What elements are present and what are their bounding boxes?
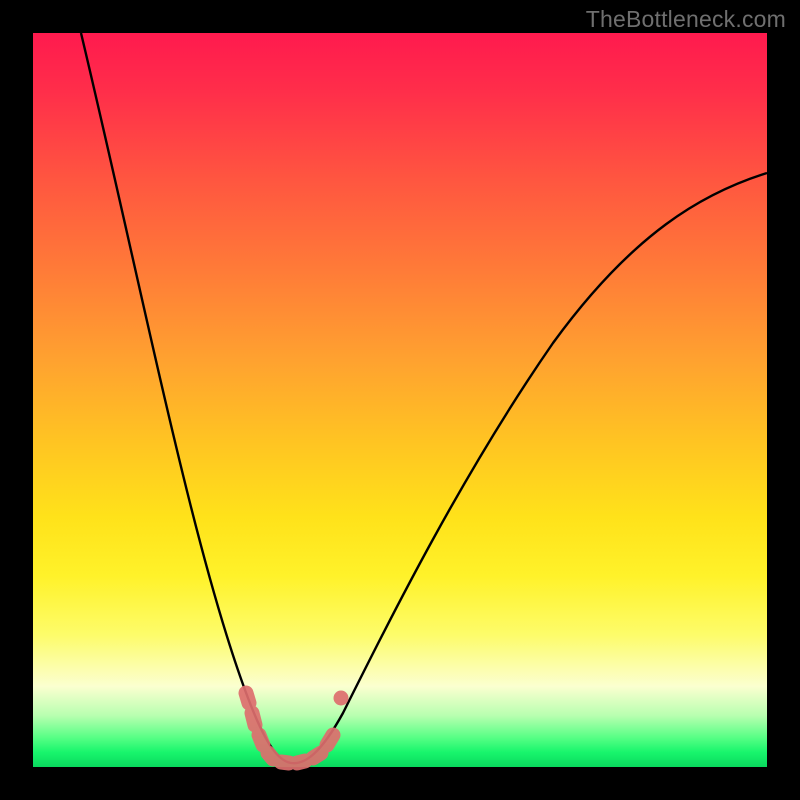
bottleneck-curve-svg	[33, 33, 767, 767]
chart-frame: TheBottleneck.com	[0, 0, 800, 800]
bottleneck-curve	[81, 33, 767, 763]
watermark-text: TheBottleneck.com	[586, 6, 786, 33]
highlight-dots	[246, 693, 341, 763]
plot-area	[33, 33, 767, 767]
